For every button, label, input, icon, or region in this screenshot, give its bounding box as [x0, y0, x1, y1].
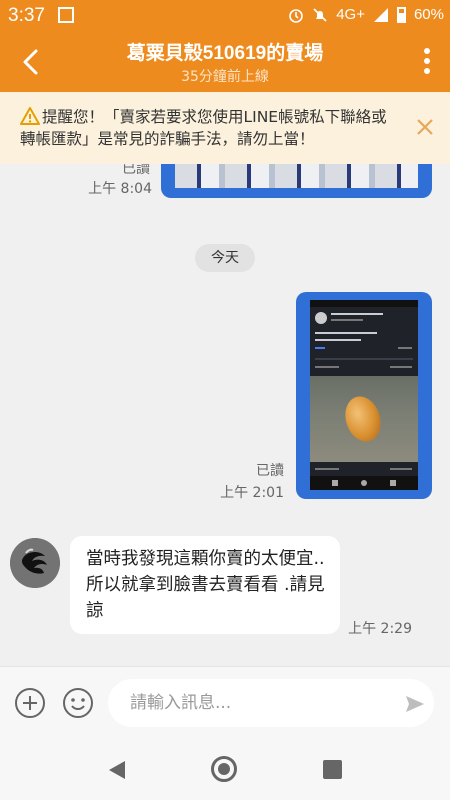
received-message[interactable]: 當時我發現這顆你賣的太便宜..所以就拿到臉書去賣看看 .請見諒	[70, 536, 340, 634]
nav-recent-apps-icon[interactable]	[323, 760, 342, 779]
add-icon[interactable]	[14, 687, 46, 719]
system-nav-bar	[0, 742, 450, 800]
sent-image-message[interactable]	[296, 292, 432, 499]
battery-icon	[396, 6, 406, 23]
alarm-icon	[289, 8, 303, 23]
status-icons: 4G+ 60%	[288, 6, 444, 23]
sent-image-message[interactable]	[161, 164, 432, 198]
message-time: 上午 2:29	[348, 621, 412, 637]
page-title: 葛粟貝殼510619的賣場	[126, 43, 324, 64]
last-online-status: 35分鐘前上線	[181, 69, 269, 85]
status-bar: 3:37 4G+ 60%	[0, 0, 450, 32]
shell-photo	[339, 391, 387, 447]
mute-icon	[313, 7, 327, 22]
chat-header: 葛粟貝殼510619的賣場 35分鐘前上線	[0, 32, 450, 92]
sent-image-preview	[175, 164, 418, 188]
received-message-text: 當時我發現這顆你賣的太便宜..所以就拿到臉書去賣看看 .請見諒	[86, 549, 325, 621]
date-divider: 今天	[195, 244, 255, 272]
notification-icon	[58, 7, 74, 23]
close-icon[interactable]	[416, 118, 434, 136]
emoji-icon[interactable]	[62, 687, 94, 719]
read-receipt: 已讀	[256, 463, 284, 479]
message-input[interactable]	[108, 679, 434, 727]
chat-history[interactable]: 已讀 上午 8:04 今天 已讀 上午 2:01 當時我發現這顆你賣的太便宜..…	[0, 164, 450, 666]
nav-home-icon[interactable]	[211, 756, 237, 782]
send-icon[interactable]	[404, 693, 426, 715]
message-time: 上午 8:04	[88, 181, 152, 197]
seller-avatar-image	[10, 538, 60, 588]
avatar[interactable]	[10, 538, 60, 588]
message-composer	[0, 666, 450, 743]
message-time: 上午 2:01	[220, 485, 284, 501]
screenshot-image	[310, 300, 418, 490]
read-receipt: 已讀	[122, 164, 150, 177]
battery-level: 60%	[413, 6, 444, 23]
warning-text: 提醒您！「賣家若要求您使用LINE帳號私下聯絡或轉帳匯款」是常見的詐騙手法，請勿…	[20, 108, 387, 148]
signal-icon	[373, 7, 388, 22]
status-time: 3:37	[8, 5, 45, 26]
more-options-icon[interactable]	[422, 48, 432, 78]
network-type: 4G+	[336, 6, 365, 23]
nav-back-icon[interactable]	[108, 760, 126, 780]
